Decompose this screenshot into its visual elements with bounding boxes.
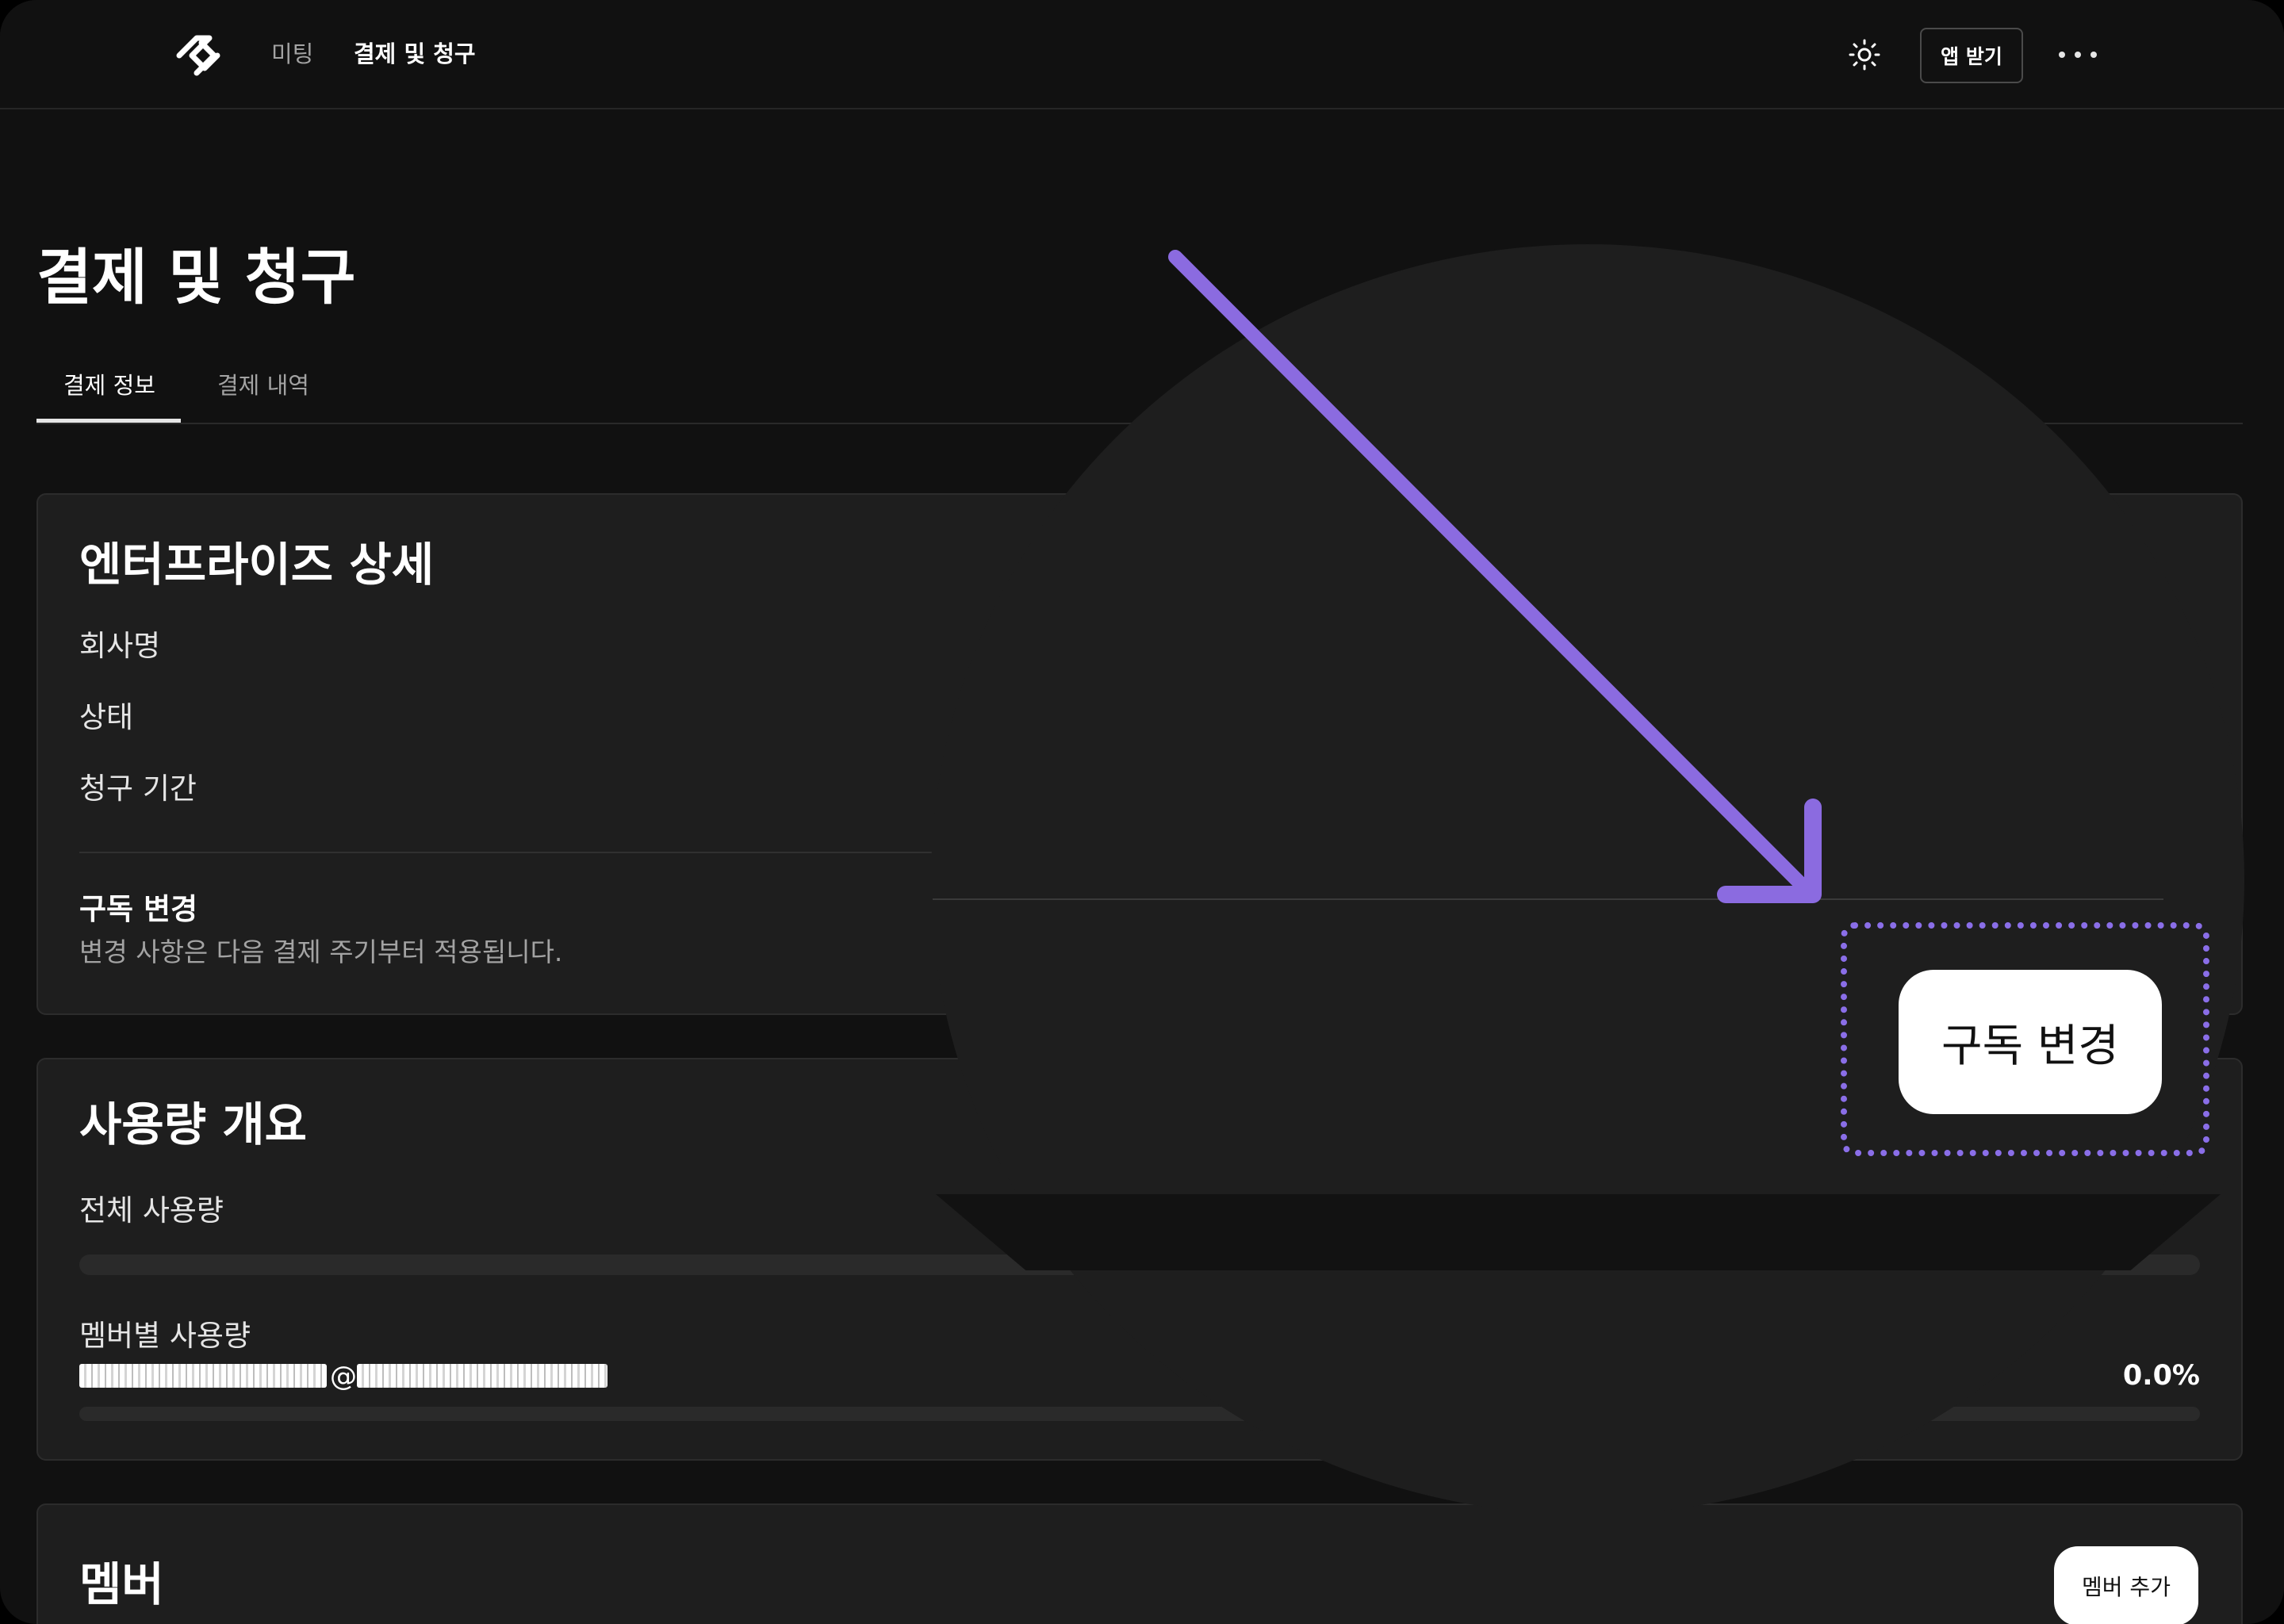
billing-period-label: 청구 기간 (79, 772, 197, 806)
active-tab-indicator (36, 419, 181, 423)
members-card: 멤버 (36, 1503, 2243, 1624)
redacted-email-domain (357, 1364, 607, 1388)
total-usage-label: 전체 사용량 (79, 1193, 224, 1228)
more-icon[interactable] (2059, 38, 2097, 71)
top-nav: 미팅 결제 및 청구 앱 받기 (0, 0, 2284, 109)
tab-payment-info[interactable]: 결제 정보 (63, 370, 155, 401)
more-dot (2059, 52, 2065, 58)
enterprise-title: 엔터프라이즈 상세 (79, 538, 435, 592)
redacted-email-user (79, 1364, 327, 1388)
magnified-divider (933, 898, 2163, 900)
subscription-title: 구독 변경 (79, 892, 198, 926)
subscription-description: 변경 사항은 다음 결제 주기부터 적용됩니다. (79, 936, 563, 967)
nav-link-meeting[interactable]: 미팅 (271, 38, 313, 70)
member-usage-label: 멤버별 사용량 (79, 1319, 251, 1353)
usage-title: 사용량 개요 (79, 1097, 307, 1151)
more-dot (2075, 52, 2081, 58)
tab-payment-history[interactable]: 결제 내역 (217, 370, 309, 401)
member-usage-percent: 0.0% (2122, 1360, 2200, 1392)
members-title: 멤버 (79, 1557, 164, 1611)
more-dot (2090, 52, 2097, 58)
logo-icon[interactable] (173, 30, 232, 81)
company-name-label: 회사명 (79, 629, 161, 663)
app-window: 미팅 결제 및 청구 앱 받기 결제 및 청구 결제 정보 결제 내역 엔터프라… (0, 0, 2284, 1624)
page-title: 결제 및 청구 (36, 242, 356, 312)
add-member-button[interactable]: 멤버 추가 (2054, 1546, 2198, 1624)
magnifier-lens (931, 244, 2244, 1515)
sun-icon[interactable] (1848, 38, 1881, 71)
get-app-button[interactable]: 앱 받기 (1920, 28, 2023, 83)
nav-link-billing[interactable]: 결제 및 청구 (354, 38, 476, 70)
magnifier-background-slice (936, 1194, 2221, 1270)
email-at-sign: @ (330, 1361, 357, 1392)
status-label: 상태 (79, 700, 134, 734)
change-subscription-button[interactable]: 구독 변경 (1899, 970, 2162, 1114)
section-divider (79, 852, 968, 853)
